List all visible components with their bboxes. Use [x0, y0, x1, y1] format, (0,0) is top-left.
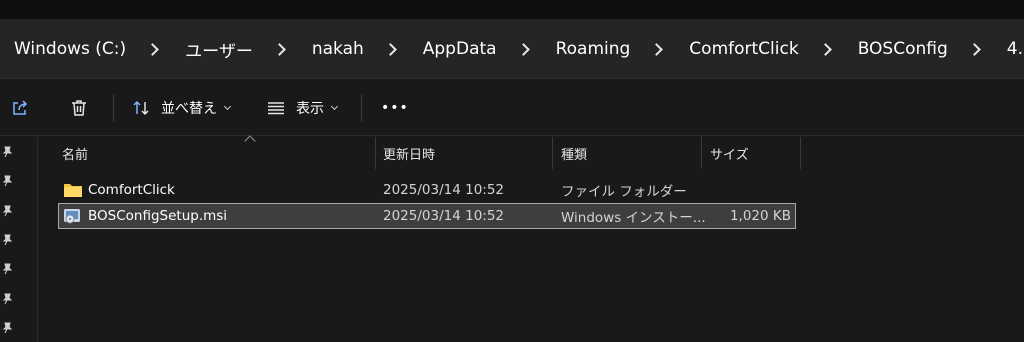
file-date: 2025/03/14 10:52: [383, 208, 505, 224]
folder-icon: [63, 177, 83, 203]
chevron-right-icon[interactable]: [967, 42, 981, 56]
column-header: 名前 更新日時 種類 サイズ: [38, 135, 1024, 169]
file-row-selected[interactable]: BOSConfigSetup.msi 2025/03/14 10:52 Wind…: [58, 203, 796, 229]
breadcrumb-item-comfortclick[interactable]: ComfortClick: [689, 39, 798, 59]
file-type: ファイル フォルダー: [561, 184, 687, 200]
breadcrumb-item-roaming[interactable]: Roaming: [556, 39, 631, 59]
breadcrumb-item-drive[interactable]: Windows (C:): [14, 39, 126, 59]
sort-arrows-icon: [131, 98, 151, 118]
file-size: [698, 177, 791, 203]
column-name-label: 名前: [62, 147, 89, 163]
command-bar: 並べ替え 表示 •••: [0, 80, 1024, 136]
share-button[interactable]: [10, 80, 30, 136]
file-date: 2025/03/14 10:52: [383, 182, 505, 198]
file-name: ComfortClick: [88, 182, 175, 198]
trash-icon: [69, 98, 89, 118]
file-name: BOSConfigSetup.msi: [88, 208, 228, 224]
pin-icon[interactable]: [1, 146, 13, 158]
breadcrumb: Windows (C:) ユーザー nakah AppData Roaming …: [14, 19, 1024, 79]
navigation-pane: [0, 137, 38, 342]
pin-icon[interactable]: [1, 175, 13, 187]
file-type: Windows インストー...: [561, 210, 706, 226]
column-date-label: 更新日時: [383, 147, 436, 163]
pin-icon[interactable]: [1, 234, 13, 246]
pin-icon[interactable]: [1, 322, 13, 334]
column-header-size[interactable]: サイズ: [702, 137, 801, 169]
pin-icon[interactable]: [1, 205, 13, 217]
view-list-icon: [266, 98, 286, 118]
share-icon: [10, 98, 30, 118]
view-button[interactable]: 表示: [266, 80, 339, 136]
pin-icon[interactable]: [1, 293, 13, 305]
chevron-right-icon[interactable]: [650, 42, 664, 56]
chevron-right-icon[interactable]: [383, 42, 397, 56]
chevron-right-icon[interactable]: [818, 42, 832, 56]
pin-icon[interactable]: [1, 263, 13, 275]
view-label: 表示: [296, 101, 324, 117]
title-strip: [0, 0, 1024, 19]
more-options-button[interactable]: •••: [381, 80, 409, 136]
breadcrumb-item-bosconfig[interactable]: BOSConfig: [858, 39, 948, 59]
chevron-down-icon: [223, 102, 232, 110]
breadcrumb-item-appdata[interactable]: AppData: [423, 39, 497, 59]
chevron-right-icon[interactable]: [272, 42, 286, 56]
toolbar-divider: [361, 94, 362, 122]
column-header-type[interactable]: 種類: [553, 137, 702, 169]
breadcrumb-item-users[interactable]: ユーザー: [185, 37, 253, 62]
msi-installer-icon: [63, 204, 83, 228]
file-size: 1,020 KB: [729, 208, 791, 224]
sort-button[interactable]: 並べ替え: [131, 80, 232, 136]
breadcrumb-item-version[interactable]: 4.9.23: [1007, 39, 1024, 59]
breadcrumb-item-user[interactable]: nakah: [312, 39, 364, 59]
sort-label: 並べ替え: [161, 101, 217, 117]
more-icon: •••: [381, 100, 409, 116]
file-row[interactable]: ComfortClick 2025/03/14 10:52 ファイル フォルダー: [58, 177, 796, 203]
column-header-date[interactable]: 更新日時: [376, 137, 553, 169]
chevron-down-icon: [330, 102, 339, 110]
chevron-right-icon[interactable]: [146, 42, 160, 56]
delete-button[interactable]: [69, 80, 89, 136]
column-header-name[interactable]: 名前: [38, 137, 376, 169]
column-type-label: 種類: [561, 147, 588, 163]
toolbar-divider: [113, 94, 114, 122]
address-bar[interactable]: Windows (C:) ユーザー nakah AppData Roaming …: [0, 19, 1024, 79]
chevron-right-icon[interactable]: [516, 42, 530, 56]
column-size-label: サイズ: [710, 147, 749, 163]
